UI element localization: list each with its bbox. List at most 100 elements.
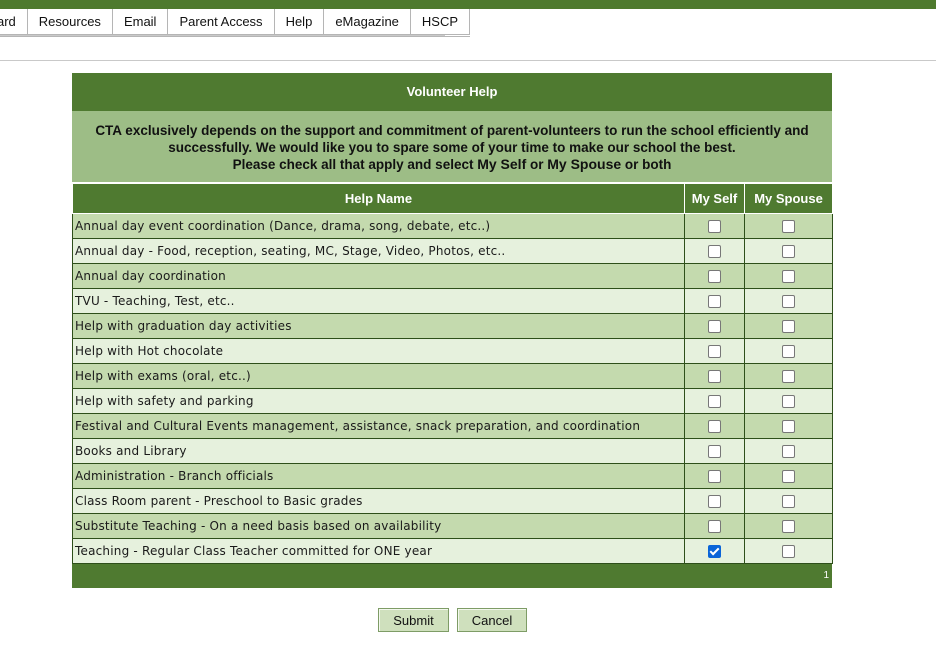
table-row: Annual day - Food, reception, seating, M… [72, 238, 833, 264]
my-self-cell [684, 538, 745, 564]
my-self-checkbox[interactable] [708, 470, 721, 483]
nav-tab-help[interactable]: Help [273, 9, 325, 35]
cancel-button[interactable]: Cancel [457, 608, 527, 632]
nav-divider [0, 35, 445, 36]
nav-tab-email[interactable]: Email [111, 9, 169, 35]
my-spouse-checkbox[interactable] [782, 345, 795, 358]
my-self-cell [684, 513, 745, 539]
column-header-my-spouse: My Spouse [744, 183, 833, 214]
my-spouse-checkbox[interactable] [782, 395, 795, 408]
my-spouse-checkbox[interactable] [782, 320, 795, 333]
my-self-cell [684, 288, 745, 314]
volunteer-help-panel: Volunteer Help CTA exclusively depends o… [72, 73, 833, 588]
panel-title: Volunteer Help [72, 73, 832, 111]
help-name-cell: Class Room parent - Preschool to Basic g… [72, 488, 685, 514]
help-name-cell: Annual day - Food, reception, seating, M… [72, 238, 685, 264]
my-self-checkbox[interactable] [708, 520, 721, 533]
help-name-cell: Help with graduation day activities [72, 313, 685, 339]
my-self-cell [684, 438, 745, 464]
help-name-cell: Administration - Branch officials [72, 463, 685, 489]
table-row: Help with exams (oral, etc..) [72, 363, 833, 389]
my-self-checkbox[interactable] [708, 445, 721, 458]
help-name-cell: Books and Library [72, 438, 685, 464]
my-spouse-cell [744, 313, 833, 339]
my-self-checkbox[interactable] [708, 345, 721, 358]
table-row: Teaching - Regular Class Teacher committ… [72, 538, 833, 564]
volunteer-table: Help Name My Self My Spouse Annual day e… [72, 183, 833, 564]
my-self-checkbox[interactable] [708, 295, 721, 308]
submit-button[interactable]: Submit [378, 608, 449, 632]
column-header-my-self: My Self [684, 183, 745, 214]
my-self-checkbox[interactable] [708, 270, 721, 283]
help-name-cell: Substitute Teaching - On a need basis ba… [72, 513, 685, 539]
my-self-cell [684, 463, 745, 489]
my-self-checkbox[interactable] [708, 395, 721, 408]
table-row: Help with graduation day activities [72, 313, 833, 339]
table-row: Annual day event coordination (Dance, dr… [72, 213, 833, 239]
my-spouse-cell [744, 338, 833, 364]
help-name-cell: Teaching - Regular Class Teacher committ… [72, 538, 685, 564]
my-spouse-cell [744, 388, 833, 414]
help-name-cell: Help with exams (oral, etc..) [72, 363, 685, 389]
my-spouse-checkbox[interactable] [782, 295, 795, 308]
my-spouse-checkbox[interactable] [782, 370, 795, 383]
help-name-cell: Help with Hot chocolate [72, 338, 685, 364]
nav-tab-dashboard[interactable]: ard [0, 9, 28, 35]
help-name-cell: Festival and Cultural Events management,… [72, 413, 685, 439]
my-spouse-cell [744, 538, 833, 564]
my-spouse-checkbox[interactable] [782, 420, 795, 433]
column-header-help-name: Help Name [72, 183, 685, 214]
my-spouse-cell [744, 488, 833, 514]
my-self-cell [684, 388, 745, 414]
table-row: Annual day coordination [72, 263, 833, 289]
table-row: Substitute Teaching - On a need basis ba… [72, 513, 833, 539]
table-row: Administration - Branch officials [72, 463, 833, 489]
my-self-cell [684, 213, 745, 239]
my-self-cell [684, 313, 745, 339]
my-self-cell [684, 363, 745, 389]
my-spouse-checkbox[interactable] [782, 245, 795, 258]
table-header-row: Help Name My Self My Spouse [72, 183, 833, 214]
page-number[interactable]: 1 [823, 570, 829, 581]
my-self-checkbox[interactable] [708, 220, 721, 233]
my-spouse-checkbox[interactable] [782, 495, 795, 508]
nav-tab-emagazine[interactable]: eMagazine [323, 9, 411, 35]
table-row: Help with Hot chocolate [72, 338, 833, 364]
my-self-checkbox[interactable] [708, 545, 721, 558]
nav-tab-parent-access[interactable]: Parent Access [167, 9, 275, 35]
my-self-cell [684, 263, 745, 289]
nav-tab-resources[interactable]: Resources [26, 9, 113, 35]
my-self-checkbox[interactable] [708, 320, 721, 333]
table-row: Class Room parent - Preschool to Basic g… [72, 488, 833, 514]
my-spouse-cell [744, 288, 833, 314]
description-text: CTA exclusively depends on the support a… [95, 123, 809, 155]
instruction-myself: My Self [477, 156, 527, 172]
my-spouse-cell [744, 513, 833, 539]
my-spouse-checkbox[interactable] [782, 520, 795, 533]
top-accent-bar [0, 0, 936, 9]
my-spouse-cell [744, 438, 833, 464]
header-divider [0, 60, 936, 61]
instruction-prefix: Please check all that apply and select [232, 157, 478, 172]
table-row: Festival and Cultural Events management,… [72, 413, 833, 439]
description-instruction: Please check all that apply and select M… [86, 156, 818, 173]
my-spouse-checkbox[interactable] [782, 270, 795, 283]
form-actions: Submit Cancel [378, 608, 527, 632]
my-self-checkbox[interactable] [708, 245, 721, 258]
my-self-checkbox[interactable] [708, 370, 721, 383]
help-name-cell: TVU - Teaching, Test, etc.. [72, 288, 685, 314]
my-spouse-checkbox[interactable] [782, 220, 795, 233]
my-spouse-cell [744, 413, 833, 439]
my-self-checkbox[interactable] [708, 420, 721, 433]
my-spouse-checkbox[interactable] [782, 545, 795, 558]
my-spouse-checkbox[interactable] [782, 445, 795, 458]
panel-description: CTA exclusively depends on the support a… [72, 111, 832, 183]
top-nav: ard Resources Email Parent Access Help e… [0, 9, 471, 37]
my-self-checkbox[interactable] [708, 495, 721, 508]
help-name-cell: Help with safety and parking [72, 388, 685, 414]
table-row: TVU - Teaching, Test, etc.. [72, 288, 833, 314]
my-spouse-checkbox[interactable] [782, 470, 795, 483]
table-pager: 1 [72, 564, 832, 588]
my-spouse-cell [744, 363, 833, 389]
nav-tab-hscp[interactable]: HSCP [409, 9, 471, 35]
